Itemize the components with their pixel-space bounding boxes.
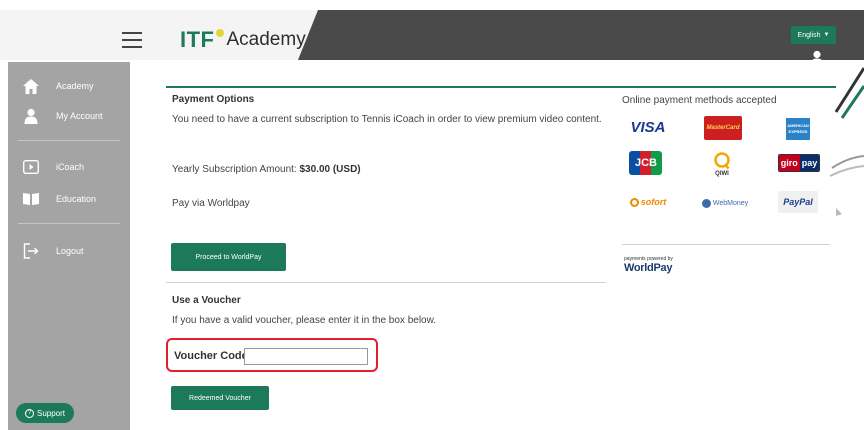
jcb-logo-text: JCB bbox=[634, 157, 657, 169]
giropay-text-pay: pay bbox=[799, 155, 819, 171]
sidebar-item-logout[interactable]: Logout bbox=[8, 239, 130, 263]
logo-academy-text: Academy bbox=[226, 29, 306, 50]
webmoney-globe-icon bbox=[701, 198, 711, 208]
visa-logo-text: VISA bbox=[630, 118, 666, 136]
amount-value: $30.00 (USD) bbox=[299, 164, 361, 175]
use-voucher-title: Use a Voucher bbox=[172, 295, 241, 306]
sidebar-divider bbox=[18, 140, 120, 141]
logo-itf-text: ITF bbox=[180, 27, 215, 52]
language-select[interactable]: English ▼ bbox=[791, 26, 836, 44]
giropay-text-giro: giro bbox=[779, 155, 800, 171]
support-button[interactable]: ? Support bbox=[16, 403, 74, 423]
qiwi-logo-text: QIWI bbox=[715, 170, 729, 177]
caret-down-icon: ▼ bbox=[823, 32, 830, 38]
pay-via-text: Pay via Worldpay bbox=[172, 198, 250, 209]
qiwi-circle-icon bbox=[714, 151, 730, 169]
methods-divider bbox=[622, 244, 830, 245]
user-icon bbox=[22, 107, 40, 125]
play-icon bbox=[22, 158, 40, 176]
webmoney-logo: WebMoney bbox=[698, 195, 752, 211]
payment-options-title: Payment Options bbox=[172, 94, 255, 105]
book-icon bbox=[22, 190, 40, 208]
amex-logo: AMERICAN EXPRESS bbox=[786, 118, 810, 140]
help-icon: ? bbox=[24, 408, 34, 418]
redeem-voucher-button[interactable]: Redeemed Voucher bbox=[171, 386, 269, 410]
sofort-logo: sofort bbox=[624, 194, 672, 210]
logout-icon bbox=[22, 242, 40, 260]
amex-logo-text: AMERICAN EXPRESS bbox=[787, 123, 809, 134]
sofort-logo-text: sofort bbox=[640, 197, 667, 207]
amount-label: Yearly Subscription Amount: bbox=[172, 164, 300, 175]
tennis-ball-icon bbox=[215, 29, 224, 37]
payment-methods-title: Online payment methods accepted bbox=[622, 95, 777, 106]
language-label: English bbox=[797, 31, 821, 39]
sidebar-item-label: iCoach bbox=[56, 162, 85, 172]
voucher-highlight-box: Voucher Code bbox=[166, 338, 378, 372]
paypal-logo: PayPal bbox=[778, 191, 818, 213]
voucher-code-input[interactable] bbox=[244, 348, 368, 365]
sidebar-item-label: Education bbox=[56, 194, 97, 204]
jcb-logo: JCB bbox=[629, 151, 663, 175]
mastercard-logo: MasterCard bbox=[704, 116, 742, 140]
voucher-description: If you have a valid voucher, please ente… bbox=[172, 315, 437, 326]
paypal-logo-text: PayPal bbox=[783, 197, 813, 207]
support-label: Support bbox=[36, 408, 66, 418]
proceed-to-worldpay-button[interactable]: Proceed to WorldPay bbox=[171, 243, 286, 271]
sofort-symbol-icon bbox=[629, 197, 639, 207]
content-top-rule bbox=[166, 86, 836, 88]
page: English ▼ ITF Academy Academy My Account bbox=[0, 0, 864, 430]
user-profile-icon[interactable] bbox=[810, 50, 824, 66]
sidebar-item-label: My Account bbox=[56, 111, 103, 121]
hamburger-menu-icon[interactable] bbox=[122, 32, 142, 48]
visa-logo: VISA bbox=[628, 116, 668, 138]
sidebar-item-label: Logout bbox=[56, 246, 84, 256]
section-divider bbox=[166, 282, 606, 283]
worldpay-logo: WorldPay bbox=[624, 262, 673, 274]
sidebar-item-label: Academy bbox=[56, 81, 94, 91]
voucher-code-label: Voucher Code bbox=[174, 350, 248, 362]
sidebar: Academy My Account iCoach Education Logo… bbox=[8, 62, 130, 430]
mastercard-logo-text: MasterCard bbox=[706, 125, 740, 131]
sidebar-divider bbox=[18, 223, 120, 224]
yearly-amount-text: Yearly Subscription Amount: $30.00 (USD) bbox=[172, 163, 361, 177]
giropay-logo: giro pay bbox=[778, 154, 820, 172]
sidebar-item-academy[interactable]: Academy bbox=[8, 74, 130, 98]
webmoney-logo-text: WebMoney bbox=[712, 199, 749, 207]
home-icon bbox=[22, 77, 40, 95]
qiwi-logo: QIWI bbox=[707, 149, 737, 179]
payment-description: You need to have a current subscription … bbox=[172, 114, 602, 125]
sidebar-item-my-account[interactable]: My Account bbox=[8, 104, 130, 128]
sidebar-item-education[interactable]: Education bbox=[8, 187, 130, 211]
itf-academy-logo[interactable]: ITF Academy bbox=[180, 24, 306, 56]
sidebar-item-icoach[interactable]: iCoach bbox=[8, 155, 130, 179]
top-header: English ▼ bbox=[0, 10, 864, 66]
